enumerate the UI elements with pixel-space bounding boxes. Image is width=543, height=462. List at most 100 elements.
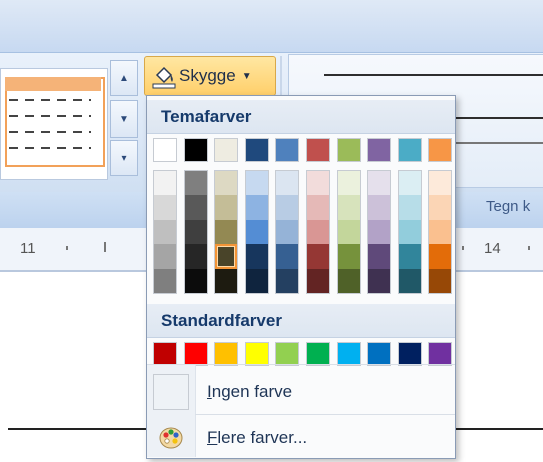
- gallery-more-button[interactable]: ▾: [110, 140, 138, 176]
- tint-color-swatch[interactable]: [154, 195, 176, 220]
- tint-color-swatch[interactable]: [429, 244, 452, 269]
- tint-color-swatch[interactable]: [429, 195, 452, 220]
- theme-color-swatch[interactable]: [244, 138, 269, 162]
- tint-column: [275, 170, 300, 294]
- tint-color-swatch[interactable]: [184, 171, 207, 196]
- theme-color-swatch[interactable]: [397, 138, 422, 162]
- tint-column: [244, 170, 269, 294]
- tint-color-swatch[interactable]: [276, 268, 299, 293]
- tint-color-swatch[interactable]: [307, 244, 329, 269]
- tint-color-swatch[interactable]: [368, 171, 391, 196]
- tint-color-swatch[interactable]: [307, 171, 329, 196]
- theme-color-swatch[interactable]: [275, 138, 300, 162]
- standard-color-swatch[interactable]: [214, 342, 239, 366]
- tint-color-swatch[interactable]: [429, 219, 452, 245]
- tint-color-swatch[interactable]: [276, 244, 299, 269]
- tint-color-swatch[interactable]: [245, 195, 268, 220]
- ruler-number: 14: [484, 240, 501, 257]
- standard-color-swatch[interactable]: [306, 342, 330, 366]
- tint-color-swatch[interactable]: [184, 219, 207, 245]
- tint-color-swatch[interactable]: [154, 219, 176, 245]
- standard-color-swatch[interactable]: [397, 342, 422, 366]
- shading-button[interactable]: Skygge ▼: [144, 56, 276, 96]
- tint-color-swatch[interactable]: [154, 171, 176, 196]
- tint-color-swatch[interactable]: [368, 195, 391, 220]
- tint-color-swatch[interactable]: [276, 219, 299, 245]
- standard-color-swatch[interactable]: [244, 342, 269, 366]
- more-colors-label: Flere farver...: [207, 428, 308, 447]
- theme-color-swatch[interactable]: [153, 138, 177, 162]
- tint-color-swatch[interactable]: [368, 244, 391, 269]
- tint-color-swatch[interactable]: [398, 268, 421, 293]
- tint-color-swatch[interactable]: [398, 244, 421, 269]
- ribbon-tab-bar: [0, 0, 543, 52]
- tint-color-swatch[interactable]: [154, 268, 176, 293]
- border-line-preview: [454, 142, 543, 144]
- tint-color-swatch[interactable]: [398, 219, 421, 245]
- ruler-number: 11: [20, 240, 36, 257]
- theme-color-swatch[interactable]: [214, 138, 239, 162]
- theme-color-swatch[interactable]: [183, 138, 208, 162]
- tint-color-swatch[interactable]: [307, 195, 329, 220]
- tint-color-swatch[interactable]: [184, 195, 207, 220]
- more-icon: ▾: [121, 152, 127, 164]
- tint-color-swatch[interactable]: [184, 268, 207, 293]
- ruler-tick: [104, 242, 106, 252]
- tint-color-swatch[interactable]: [368, 268, 391, 293]
- standard-color-swatch[interactable]: [428, 342, 453, 366]
- standard-color-swatch[interactable]: [153, 342, 177, 366]
- table-style-gallery[interactable]: [0, 68, 108, 180]
- tint-color-swatch[interactable]: [429, 268, 452, 293]
- ruler-tick: [528, 246, 530, 250]
- tint-color-swatch[interactable]: [429, 171, 452, 196]
- theme-color-swatch[interactable]: [367, 138, 392, 162]
- tint-color-swatch[interactable]: [215, 268, 238, 293]
- standard-color-swatch[interactable]: [336, 342, 361, 366]
- standard-color-swatch[interactable]: [183, 342, 208, 366]
- tint-color-swatch[interactable]: [398, 195, 421, 220]
- tint-color-swatch[interactable]: [307, 268, 329, 293]
- tint-color-swatch[interactable]: [245, 219, 268, 245]
- theme-color-swatch[interactable]: [306, 138, 330, 162]
- theme-color-swatch[interactable]: [336, 138, 361, 162]
- standard-color-swatch[interactable]: [275, 342, 300, 366]
- tint-color-swatch[interactable]: [215, 244, 238, 269]
- standard-color-swatch[interactable]: [367, 342, 392, 366]
- border-line-preview: [454, 117, 543, 119]
- no-color-menu-item[interactable]: Ingen farve: [147, 370, 455, 414]
- theme-color-swatch[interactable]: [428, 138, 453, 162]
- tint-color-swatch[interactable]: [215, 195, 238, 220]
- tint-column: [183, 170, 208, 294]
- tint-color-swatch[interactable]: [245, 268, 268, 293]
- ruler-tick: [66, 246, 68, 250]
- shading-button-label: Skygge: [179, 66, 236, 85]
- menu-separator: [195, 414, 455, 415]
- tint-color-swatch[interactable]: [337, 171, 360, 196]
- gallery-scroll-down-button[interactable]: ▼: [110, 100, 138, 138]
- tint-color-swatch[interactable]: [398, 171, 421, 196]
- tint-color-swatch[interactable]: [276, 171, 299, 196]
- more-colors-menu-item[interactable]: Flere farver...: [147, 416, 455, 460]
- tint-color-swatch[interactable]: [307, 219, 329, 245]
- chevron-up-icon: ▲: [119, 72, 129, 84]
- gallery-scroll-up-button[interactable]: ▲: [110, 60, 138, 96]
- tint-color-swatch[interactable]: [184, 244, 207, 269]
- tint-color-swatch[interactable]: [245, 171, 268, 196]
- tint-color-swatch[interactable]: [337, 219, 360, 245]
- tint-color-swatch[interactable]: [215, 219, 238, 245]
- tint-color-swatch[interactable]: [154, 244, 176, 269]
- tint-column: [336, 170, 361, 294]
- palette-icon: [153, 420, 189, 456]
- tint-color-swatch[interactable]: [337, 244, 360, 269]
- tint-color-swatch[interactable]: [215, 171, 238, 196]
- tint-color-swatch[interactable]: [337, 268, 360, 293]
- tint-color-swatch[interactable]: [245, 244, 268, 269]
- tint-color-swatch[interactable]: [337, 195, 360, 220]
- tint-color-swatch[interactable]: [368, 219, 391, 245]
- theme-colors-header: Temafarver: [147, 100, 455, 134]
- tint-column: [153, 170, 177, 294]
- shading-color-menu: Temafarver Standardfarver Ingen farve Fl…: [146, 95, 456, 459]
- ribbon-group-label: Tegn k: [486, 198, 531, 215]
- tint-color-swatch[interactable]: [276, 195, 299, 220]
- tint-column: [397, 170, 422, 294]
